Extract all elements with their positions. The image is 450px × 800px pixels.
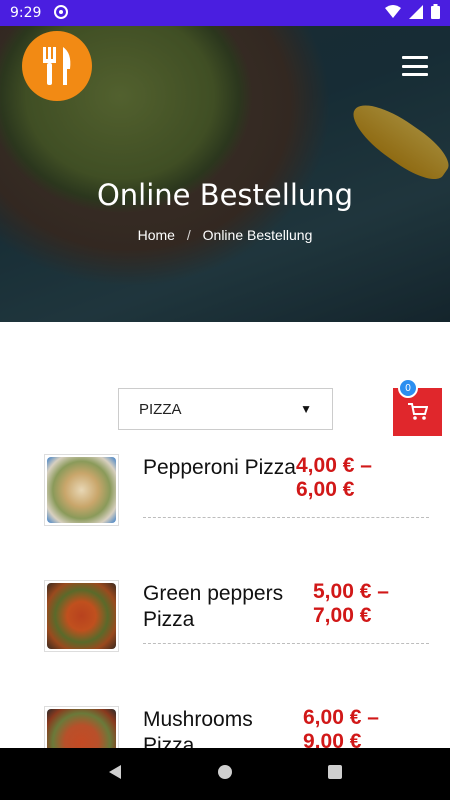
signal-icon bbox=[409, 4, 423, 22]
system-nav-bar bbox=[0, 748, 450, 800]
pizza-image bbox=[47, 457, 116, 523]
battery-icon bbox=[431, 4, 440, 22]
recents-icon[interactable] bbox=[327, 764, 343, 785]
product-price: 4,00 € – 6,00 € bbox=[296, 454, 372, 501]
product-name[interactable]: Pepperoni Pizza bbox=[143, 455, 303, 481]
product-name[interactable]: Green peppers Pizza bbox=[143, 581, 303, 633]
status-bar: 9:29 bbox=[0, 0, 450, 26]
breadcrumb: Home / Online Bestellung bbox=[0, 227, 450, 243]
divider bbox=[143, 517, 429, 518]
product-item[interactable]: Green peppers Pizza 5,00 € – 7,00 € bbox=[0, 580, 450, 690]
shopping-cart-icon bbox=[407, 403, 428, 420]
logo[interactable] bbox=[22, 31, 92, 101]
back-icon[interactable] bbox=[107, 764, 123, 785]
hamburger-menu-icon[interactable] bbox=[402, 56, 428, 76]
home-icon[interactable] bbox=[217, 764, 233, 785]
product-item[interactable]: Pepperoni Pizza 4,00 € – 6,00 € bbox=[0, 454, 450, 564]
product-price: 6,00 € – 9,00 € bbox=[303, 706, 379, 753]
caret-down-icon: ▼ bbox=[300, 402, 312, 416]
fork-knife-icon bbox=[43, 47, 71, 85]
product-image[interactable] bbox=[44, 454, 119, 526]
cart-count-badge: 0 bbox=[398, 378, 418, 398]
breadcrumb-current: Online Bestellung bbox=[202, 227, 313, 243]
product-price: 5,00 € – 7,00 € bbox=[313, 580, 389, 627]
breadcrumb-separator: / bbox=[186, 227, 191, 243]
screen: 9:29 Online Bestellung Home / Online Bes… bbox=[0, 0, 450, 800]
pizza-image bbox=[47, 583, 116, 649]
category-select[interactable]: PIZZA ▼ bbox=[118, 388, 333, 430]
divider bbox=[143, 643, 429, 644]
product-image[interactable] bbox=[44, 580, 119, 652]
status-time: 9:29 bbox=[10, 5, 42, 21]
category-select-value: PIZZA bbox=[139, 400, 182, 418]
breadcrumb-home-link[interactable]: Home bbox=[138, 227, 175, 243]
status-icons bbox=[385, 4, 440, 22]
page-title: Online Bestellung bbox=[96, 178, 354, 212]
vpn-icon bbox=[53, 4, 69, 23]
wifi-icon bbox=[385, 4, 401, 22]
